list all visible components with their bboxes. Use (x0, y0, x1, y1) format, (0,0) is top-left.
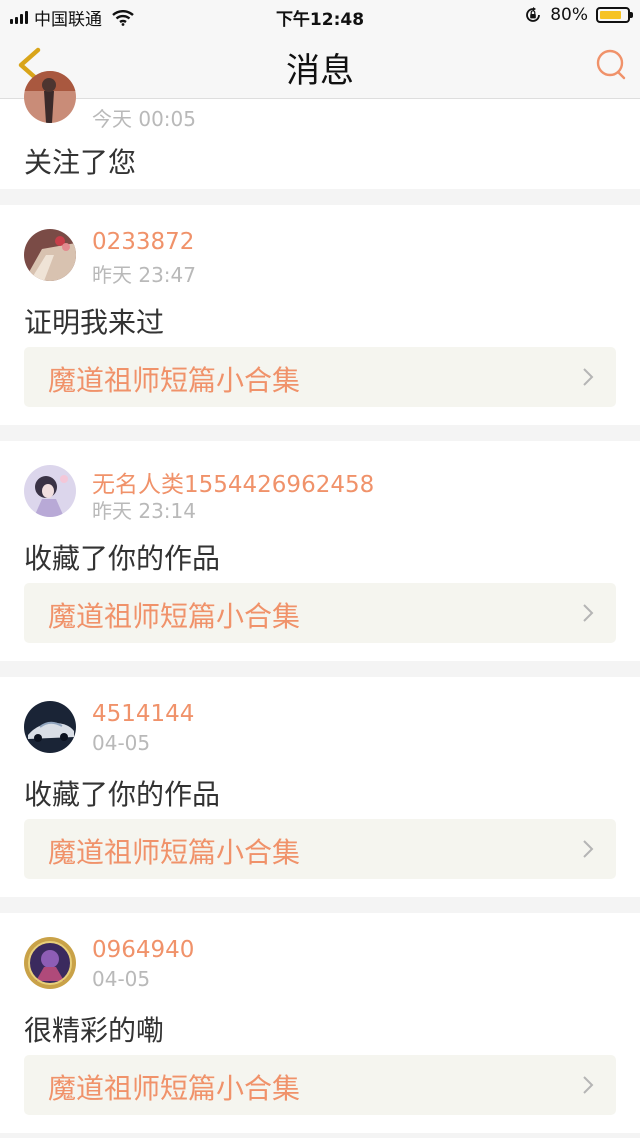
work-link[interactable]: 魔道祖师短篇小合集 (24, 819, 616, 879)
notification-message: 收藏了你的作品 (24, 542, 221, 575)
battery-fill (600, 11, 621, 19)
username-link[interactable]: 无名人类1554426962458 (92, 465, 374, 499)
work-link[interactable]: 魔道祖师短篇小合集 (24, 347, 616, 407)
notification-time: 04-05 (92, 731, 151, 755)
page-title: 消息 (286, 51, 354, 91)
notification-message: 证明我来过 (24, 306, 165, 339)
avatar[interactable] (24, 71, 76, 123)
work-title: 魔道祖师短篇小合集 (48, 836, 301, 869)
divider (0, 425, 640, 441)
notification-card[interactable]: 0233872 昨天 23:47 证明我来过 魔道祖师短篇小合集 (0, 205, 640, 425)
divider (0, 661, 640, 677)
avatar[interactable] (24, 937, 76, 989)
notification-time: 今天 00:05 (92, 107, 196, 131)
notification-time: 昨天 23:14 (92, 499, 196, 523)
work-title: 魔道祖师短篇小合集 (48, 600, 301, 633)
chevron-right-icon (583, 1076, 594, 1094)
notification-message: 很精彩的嘞 (24, 1014, 165, 1047)
divider (0, 897, 640, 913)
notification-card[interactable]: 4514144 04-05 收藏了你的作品 魔道祖师短篇小合集 (0, 677, 640, 897)
notification-card[interactable]: 0964940 04-05 很精彩的嘞 魔道祖师短篇小合集 (0, 913, 640, 1133)
username-link[interactable]: 0964940 (92, 937, 194, 963)
notification-time: 昨天 23:47 (92, 263, 196, 287)
notification-list[interactable]: 今天 00:05 关注了您 0233872 昨天 23:47 证明我来过 魔道祖… (0, 71, 640, 1133)
nav-bar: 消息 (0, 32, 640, 99)
avatar[interactable] (24, 229, 76, 281)
search-icon[interactable] (594, 48, 628, 82)
status-bar: 中国联通 下午12:48 80% (0, 0, 640, 32)
orientation-lock-icon (526, 7, 541, 22)
notification-time: 04-05 (92, 967, 151, 991)
username-link[interactable]: 4514144 (92, 701, 194, 727)
avatar[interactable] (24, 701, 76, 753)
chevron-right-icon (583, 368, 594, 386)
battery-percent: 80% (550, 5, 588, 25)
chevron-right-icon (583, 604, 594, 622)
username-link[interactable]: 0233872 (92, 229, 194, 255)
notification-message: 收藏了你的作品 (24, 778, 221, 811)
notification-message: 关注了您 (24, 146, 137, 179)
work-title: 魔道祖师短篇小合集 (48, 1072, 301, 1105)
work-link[interactable]: 魔道祖师短篇小合集 (24, 1055, 616, 1115)
status-right: 80% (524, 5, 633, 25)
avatar[interactable] (24, 465, 76, 517)
battery-icon (596, 7, 633, 23)
notification-card[interactable]: 无名人类1554426962458 昨天 23:14 收藏了你的作品 魔道祖师短… (0, 441, 640, 661)
work-link[interactable]: 魔道祖师短篇小合集 (24, 583, 616, 643)
divider (0, 189, 640, 205)
notification-card[interactable]: 今天 00:05 关注了您 (0, 71, 640, 189)
chevron-right-icon (583, 840, 594, 858)
work-title: 魔道祖师短篇小合集 (48, 364, 301, 397)
